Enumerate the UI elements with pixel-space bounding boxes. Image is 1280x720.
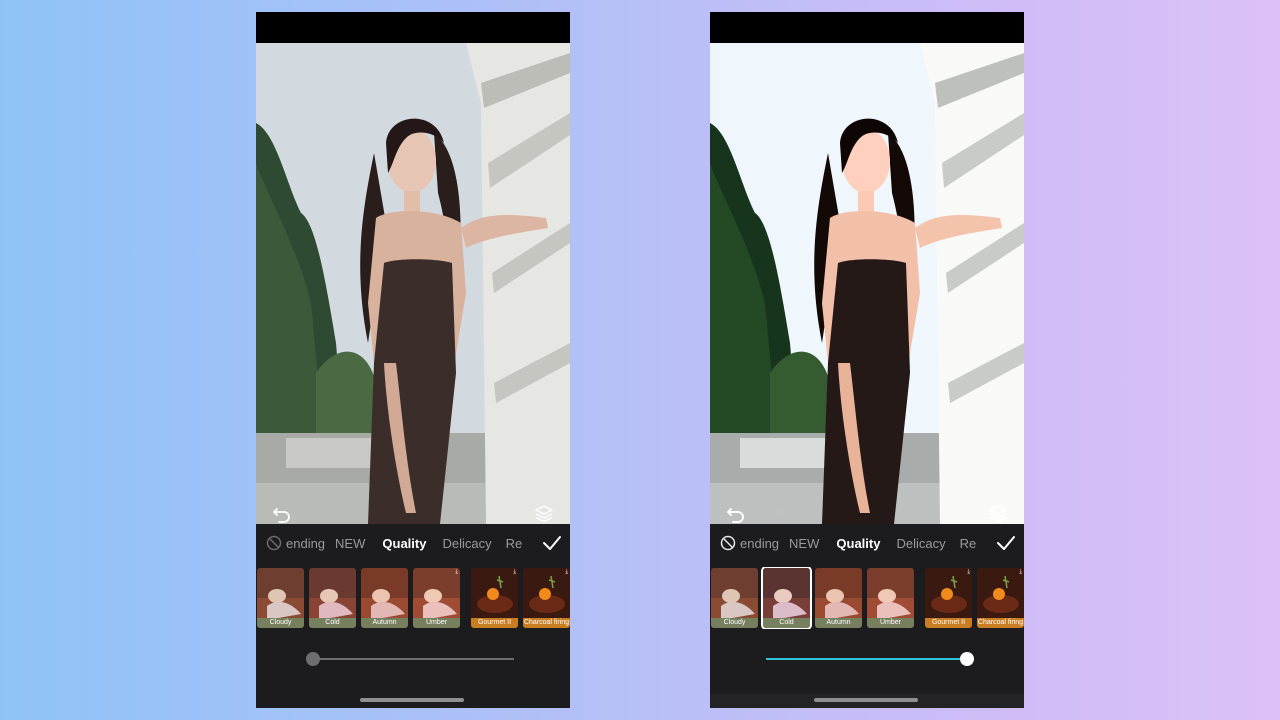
filter-thumb-gourmet-ii[interactable]: Gourmet II ⤓ <box>925 568 972 628</box>
filter-thumb-charcoal-firing[interactable]: Charcoal firing ⤓ <box>523 568 570 628</box>
undo-icon[interactable] <box>272 503 298 524</box>
layers-icon[interactable] <box>988 503 1014 524</box>
filter-category-tabs: ending NEW Quality Delicacy Re <box>710 524 1024 562</box>
filter-thumb-cloudy[interactable]: Cloudy <box>711 568 758 628</box>
download-icon: ⤓ <box>565 569 568 576</box>
filter-label: Charcoal firing <box>977 618 1024 628</box>
filter-label: Cloudy <box>257 618 304 628</box>
filter-thumb-cloudy[interactable]: Cloudy <box>257 568 304 628</box>
phone-screen-after: ending NEW Quality Delicacy Re Cloudy Co… <box>710 12 1024 708</box>
tab-quality[interactable]: Quality <box>836 536 880 551</box>
filter-thumb-umber[interactable]: Umber ⤓ <box>413 568 460 628</box>
tab-delicacy[interactable]: Delicacy <box>442 536 491 551</box>
filter-thumb-umber[interactable]: Umber <box>867 568 914 628</box>
download-icon: ⤓ <box>513 569 516 576</box>
download-icon: ⤓ <box>967 569 970 576</box>
filter-label: Umber <box>867 618 914 628</box>
filter-thumb-charcoal-firing[interactable]: Charcoal firing ⤓ <box>977 568 1024 628</box>
home-indicator[interactable] <box>360 698 464 702</box>
status-bar <box>710 12 1024 43</box>
filter-label: Charcoal firing <box>523 618 570 628</box>
slider-track <box>766 658 974 660</box>
tab-trending[interactable]: ending <box>740 536 779 551</box>
filter-label: Autumn <box>815 618 862 628</box>
tab-trending[interactable]: ending <box>286 536 325 551</box>
filter-thumb-cold[interactable]: Cold <box>309 568 356 628</box>
filter-thumbnails: Cloudy Cold Autumn Umber Gourmet II ⤓ Ch… <box>710 567 1024 629</box>
no-filter-icon[interactable] <box>266 535 282 551</box>
layers-icon[interactable] <box>534 503 560 524</box>
slider-track <box>306 658 514 660</box>
tab-new[interactable]: NEW <box>335 536 365 551</box>
checkmark-icon[interactable] <box>996 534 1016 552</box>
filter-thumb-autumn[interactable]: Autumn <box>815 568 862 628</box>
checkmark-icon[interactable] <box>542 534 562 552</box>
tab-retro[interactable]: Re <box>506 536 528 551</box>
home-indicator[interactable] <box>814 698 918 702</box>
tab-delicacy[interactable]: Delicacy <box>896 536 945 551</box>
status-bar <box>256 12 570 43</box>
slider-knob[interactable] <box>960 652 974 666</box>
tab-quality[interactable]: Quality <box>382 536 426 551</box>
intensity-slider[interactable] <box>766 652 974 666</box>
photo-preview[interactable] <box>256 43 570 524</box>
photo-preview[interactable] <box>710 43 1024 524</box>
filter-label: Umber <box>413 618 460 628</box>
tab-retro[interactable]: Re <box>960 536 982 551</box>
filter-label: Gourmet II <box>471 618 518 628</box>
filter-label: Cold <box>309 618 356 628</box>
download-icon: ⤓ <box>1019 569 1022 576</box>
slider-knob[interactable] <box>306 652 320 666</box>
filter-category-tabs: ending NEW Quality Delicacy Re <box>256 524 570 562</box>
filter-label: Autumn <box>361 618 408 628</box>
intensity-slider[interactable] <box>306 652 514 666</box>
filter-thumb-autumn[interactable]: Autumn <box>361 568 408 628</box>
filter-label: Cloudy <box>711 618 758 628</box>
filter-label: Gourmet II <box>925 618 972 628</box>
redo-icon[interactable] <box>310 503 336 524</box>
filter-thumb-cold[interactable]: Cold <box>763 568 810 628</box>
filter-thumbnails: Cloudy Cold Autumn Umber ⤓ Gourmet II ⤓ … <box>256 567 570 629</box>
undo-icon[interactable] <box>726 503 752 524</box>
tab-new[interactable]: NEW <box>789 536 819 551</box>
filter-label: Cold <box>763 618 810 628</box>
redo-icon[interactable] <box>764 503 790 524</box>
download-icon: ⤓ <box>455 569 458 576</box>
filter-thumb-gourmet-ii[interactable]: Gourmet II ⤓ <box>471 568 518 628</box>
no-filter-icon[interactable] <box>720 535 736 551</box>
phone-screen-before: ending NEW Quality Delicacy Re Cloudy Co… <box>256 12 570 708</box>
